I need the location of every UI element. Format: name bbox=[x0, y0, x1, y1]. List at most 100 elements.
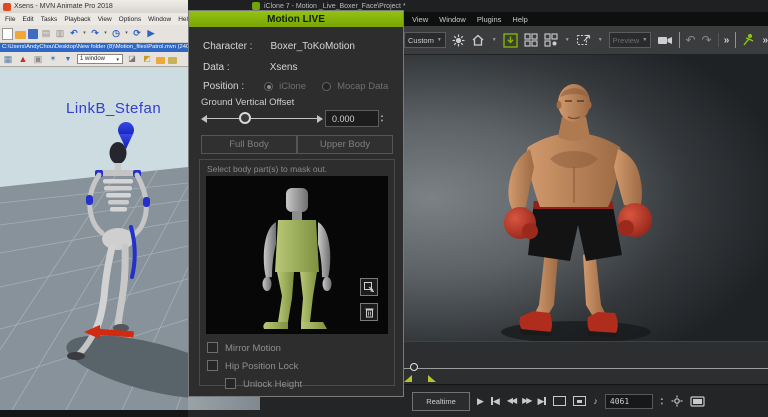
layout-panels-caret-icon[interactable]: ▼ bbox=[565, 37, 570, 43]
checkbox-hip-position-lock[interactable] bbox=[207, 360, 218, 371]
timer-icon[interactable]: ◷ bbox=[110, 28, 122, 40]
ground-offset-spinner[interactable]: ▲▼ bbox=[380, 110, 384, 127]
iclone-menu-window[interactable]: Window bbox=[439, 15, 466, 24]
motion-live-header[interactable]: Motion LIVE bbox=[189, 11, 403, 27]
timeline-playhead[interactable] bbox=[410, 363, 418, 371]
mask-select-button[interactable] bbox=[360, 278, 378, 296]
go-to-start-button[interactable]: ◀ bbox=[491, 397, 500, 406]
redo-icon[interactable]: ↷ bbox=[89, 28, 101, 40]
mvn-title-bar[interactable]: Xsens - MVN Animate Pro 2018 bbox=[0, 0, 188, 13]
mannequin-left-leg[interactable] bbox=[277, 272, 294, 322]
mvn-menu-window[interactable]: Window bbox=[148, 16, 171, 23]
paste-icon[interactable]: ▥ bbox=[54, 28, 66, 40]
home-view-icon[interactable] bbox=[471, 31, 485, 49]
position-row: Position : iClone Mocap Data bbox=[203, 81, 388, 92]
mannequin-right-leg[interactable] bbox=[300, 272, 317, 322]
window-layout-select[interactable]: 1 window ▼ bbox=[77, 54, 123, 64]
mannequin-left-foot[interactable] bbox=[263, 322, 288, 329]
mvn-file-path[interactable]: C:\Users\AndyChou\Desktop\New folder (8)… bbox=[0, 43, 188, 52]
redo-caret-icon[interactable]: ▾ bbox=[103, 28, 108, 40]
play-button[interactable]: ▶ bbox=[477, 397, 484, 406]
import-motion-icon[interactable] bbox=[503, 31, 518, 49]
export-folder-icon[interactable] bbox=[156, 57, 165, 64]
edit-gray-icon[interactable]: ◪ bbox=[126, 53, 138, 65]
mannequin-right-foot[interactable] bbox=[301, 322, 327, 329]
open-folder-icon[interactable] bbox=[15, 31, 26, 39]
mannequin-neck[interactable] bbox=[292, 211, 302, 220]
plugin-overflow-icon[interactable]: » bbox=[762, 35, 768, 46]
motion-live-plugin-icon[interactable] bbox=[741, 31, 756, 49]
body-mask-area[interactable] bbox=[206, 176, 388, 334]
timer-caret-icon[interactable]: ▾ bbox=[124, 28, 129, 40]
light-icon[interactable] bbox=[452, 31, 465, 49]
mannequin-torso[interactable] bbox=[275, 220, 319, 272]
camera-record-icon[interactable] bbox=[657, 31, 673, 49]
iclone-menu-view[interactable]: View bbox=[412, 15, 428, 24]
mvn-viewport[interactable] bbox=[0, 67, 188, 410]
iclone-menu-help[interactable]: Help bbox=[512, 15, 527, 24]
mannequin-left-arm[interactable] bbox=[264, 222, 276, 278]
radio-mocap-data[interactable] bbox=[322, 82, 331, 91]
realtime-button[interactable]: Realtime bbox=[412, 392, 470, 411]
go-to-end-button[interactable]: ▶ bbox=[537, 397, 546, 406]
layout-panels-icon[interactable] bbox=[544, 31, 558, 49]
reprocess-icon[interactable]: ⟳ bbox=[131, 28, 143, 40]
slider-knob[interactable] bbox=[239, 112, 251, 124]
ground-offset-slider[interactable] bbox=[201, 111, 323, 127]
new-file-icon[interactable] bbox=[2, 28, 13, 40]
ground-offset-input[interactable]: 0.000 bbox=[325, 110, 379, 127]
render-settings-icon[interactable] bbox=[671, 392, 683, 410]
loop-range-button[interactable] bbox=[553, 396, 566, 406]
radio-mocap-data-label: Mocap Data bbox=[337, 81, 388, 92]
timeline-panel-button[interactable] bbox=[573, 396, 586, 406]
preview-dropdown[interactable]: Preview ▼ bbox=[609, 32, 652, 48]
mvn-menu-edit[interactable]: Edit bbox=[22, 16, 33, 23]
timeline-out-marker[interactable] bbox=[428, 375, 436, 382]
iclone-menu-plugins[interactable]: Plugins bbox=[477, 15, 502, 24]
mvn-menu-options[interactable]: Options bbox=[119, 16, 141, 23]
edit-yellow-icon[interactable]: ◩ bbox=[141, 53, 153, 65]
mvn-menu-playback[interactable]: Playback bbox=[64, 16, 90, 23]
save-icon[interactable] bbox=[28, 29, 38, 39]
step-forward-icon[interactable]: ▶ bbox=[145, 28, 157, 40]
audio-note-icon[interactable]: ♪ bbox=[593, 397, 598, 406]
mannequin-head[interactable] bbox=[286, 188, 308, 212]
mvn-menu-view[interactable]: View bbox=[98, 16, 112, 23]
fast-backward-button[interactable]: ◀◀ bbox=[507, 397, 515, 405]
slider-track[interactable] bbox=[207, 118, 317, 119]
export-video-icon[interactable] bbox=[690, 392, 705, 410]
mvn-menu-tasks[interactable]: Tasks bbox=[41, 16, 58, 23]
camera-select-dropdown[interactable]: Custom ▼ bbox=[404, 32, 446, 48]
grid-view-icon[interactable]: ▦ bbox=[2, 53, 14, 65]
checkbox-mirror-motion[interactable] bbox=[207, 342, 218, 353]
tab-upper-body[interactable]: Upper Body bbox=[297, 135, 393, 154]
tab-full-body[interactable]: Full Body bbox=[201, 135, 297, 154]
home-view-caret-icon[interactable]: ▼ bbox=[492, 37, 497, 43]
mannequin-right-arm[interactable] bbox=[318, 222, 330, 278]
mannequin-left-hand[interactable] bbox=[263, 277, 272, 291]
mannequin-right-hand[interactable] bbox=[323, 277, 332, 291]
import-folder-icon[interactable] bbox=[168, 57, 177, 64]
mvn-floor-peek bbox=[188, 397, 260, 410]
toolbar-overflow-icon[interactable]: » bbox=[724, 35, 730, 46]
fast-forward-button[interactable]: ▶▶ bbox=[522, 397, 530, 405]
radio-iclone[interactable] bbox=[264, 82, 273, 91]
checkbox-unlock-height[interactable] bbox=[225, 378, 236, 389]
marker-icon[interactable]: ▲ bbox=[17, 53, 29, 65]
character-icon[interactable]: ✶ bbox=[47, 53, 59, 65]
grid-panels-icon[interactable] bbox=[524, 31, 538, 49]
scene-icon[interactable]: ▣ bbox=[32, 53, 44, 65]
filter-icon[interactable]: ▼ bbox=[62, 53, 74, 65]
transform-tool-caret-icon[interactable]: ▼ bbox=[598, 37, 603, 43]
frame-number-input[interactable]: 4061 bbox=[605, 394, 653, 409]
undo-icon[interactable]: ↶ bbox=[685, 34, 695, 46]
redo-icon[interactable]: ↷ bbox=[702, 34, 712, 46]
undo-icon[interactable]: ↶ bbox=[68, 28, 80, 40]
transform-tool-icon[interactable] bbox=[576, 31, 591, 49]
copy-icon[interactable]: ▤ bbox=[40, 28, 52, 40]
timeline-in-marker[interactable] bbox=[404, 375, 412, 382]
frame-spinner[interactable]: ▲▼ bbox=[660, 397, 664, 406]
undo-caret-icon[interactable]: ▾ bbox=[82, 28, 87, 40]
mvn-menu-file[interactable]: File bbox=[5, 16, 15, 23]
mask-delete-button[interactable] bbox=[360, 303, 378, 321]
